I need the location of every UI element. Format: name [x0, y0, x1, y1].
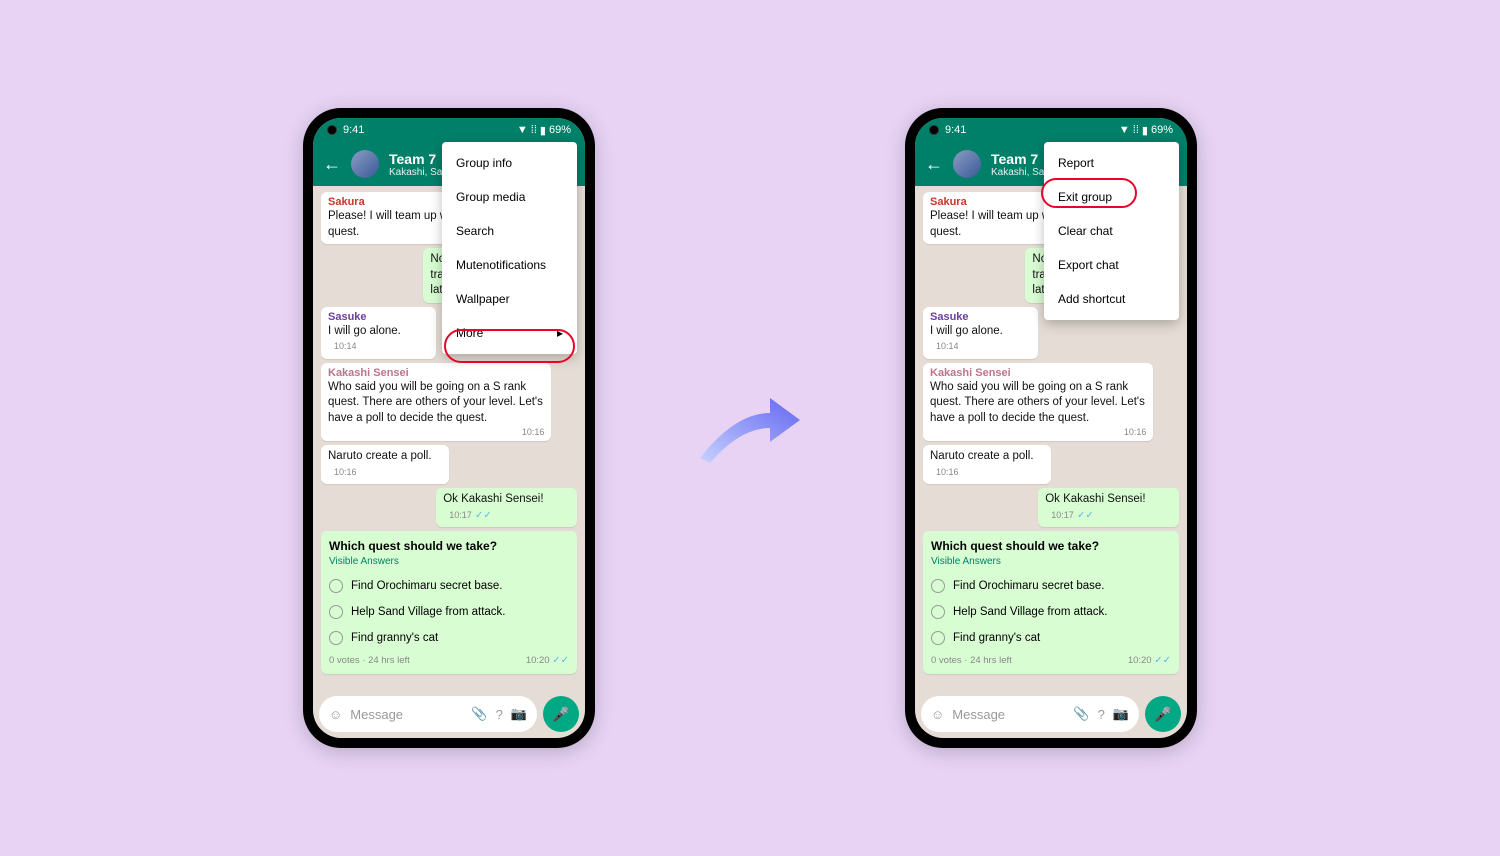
menu-search[interactable]: Search: [442, 214, 577, 248]
status-bar: 9:41 ▼⁞⁞▮69%: [915, 118, 1187, 142]
menu-mute[interactable]: Mutenotifications: [442, 248, 577, 282]
menu-group-media[interactable]: Group media: [442, 180, 577, 214]
avatar[interactable]: [351, 150, 379, 178]
back-icon[interactable]: ←: [323, 154, 341, 175]
phone-left: 9:41 ▼⁞⁞▮69% ← Team 7 Kakashi, Sakura, S…: [303, 108, 595, 748]
menu-add-shortcut[interactable]: Add shortcut: [1044, 282, 1179, 316]
back-icon[interactable]: ←: [925, 154, 943, 175]
clock: 9:41: [343, 124, 364, 136]
input-bar: ☺ Message 📎 ? 📷 🎤: [313, 690, 585, 738]
phone-right: 9:41 ▼⁞⁞▮69% ← Team 7 Kakashi, Sakura, S…: [905, 108, 1197, 748]
emoji-icon: ☺: [329, 707, 342, 722]
emoji-icon: ☺: [931, 707, 944, 722]
options-menu: Group info Group media Search Mutenotifi…: [442, 142, 577, 354]
menu-report[interactable]: Report: [1044, 146, 1179, 180]
coin-icon[interactable]: ?: [496, 707, 503, 722]
menu-wallpaper[interactable]: Wallpaper: [442, 282, 577, 316]
message-input[interactable]: ☺ Message 📎 ? 📷: [921, 696, 1139, 732]
attach-icon[interactable]: 📎: [1073, 706, 1089, 722]
arrow-icon: [695, 388, 805, 468]
mic-button[interactable]: 🎤: [1145, 696, 1181, 732]
menu-export-chat[interactable]: Export chat: [1044, 248, 1179, 282]
camera-icon[interactable]: 📷: [1113, 706, 1129, 722]
more-submenu: Report Exit group Clear chat Export chat…: [1044, 142, 1179, 320]
menu-group-info[interactable]: Group info: [442, 146, 577, 180]
camera-icon[interactable]: 📷: [511, 706, 527, 722]
avatar[interactable]: [953, 150, 981, 178]
battery: 69%: [549, 124, 571, 136]
menu-clear-chat[interactable]: Clear chat: [1044, 214, 1179, 248]
poll[interactable]: Which quest should we take? Visible Answ…: [321, 531, 577, 674]
menu-exit-group[interactable]: Exit group: [1044, 180, 1179, 214]
coin-icon[interactable]: ?: [1098, 707, 1105, 722]
poll[interactable]: Which quest should we take? Visible Answ…: [923, 531, 1179, 674]
chevron-right-icon: ▸: [557, 326, 563, 340]
message-input[interactable]: ☺ Message 📎 ? 📷: [319, 696, 537, 732]
mic-button[interactable]: 🎤: [543, 696, 579, 732]
input-bar: ☺ Message 📎 ? 📷 🎤: [915, 690, 1187, 738]
menu-more[interactable]: More▸: [442, 316, 577, 350]
status-bar: 9:41 ▼⁞⁞▮69%: [313, 118, 585, 142]
attach-icon[interactable]: 📎: [471, 706, 487, 722]
